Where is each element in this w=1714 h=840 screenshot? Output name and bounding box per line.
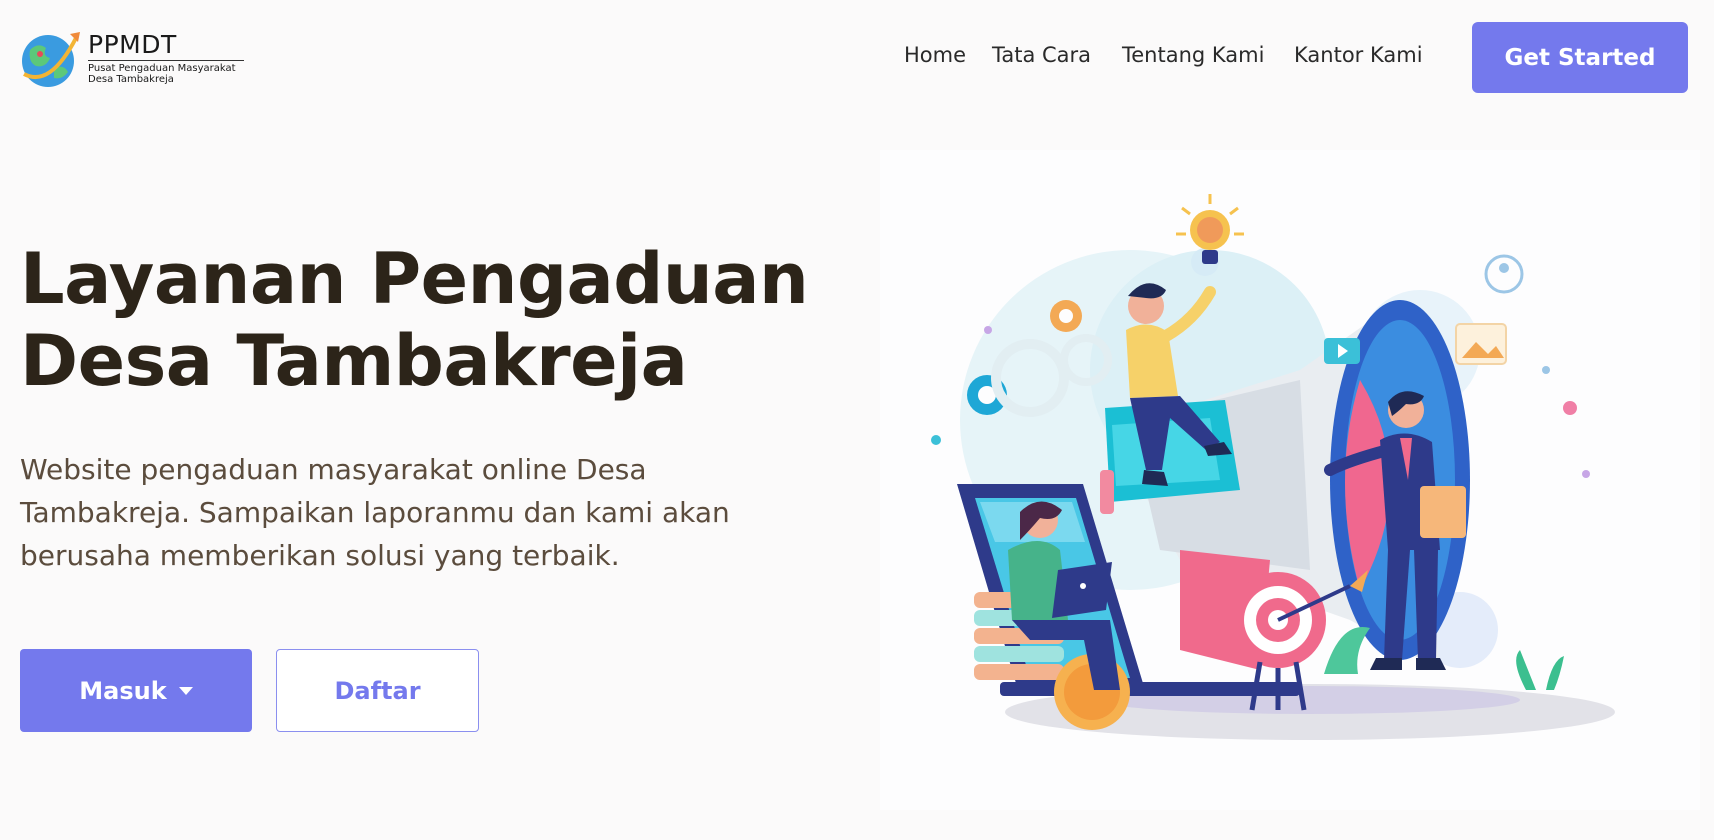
nav-tata-cara[interactable]: Tata Cara [992,43,1091,67]
hero-title-line1: Layanan Pengaduan [20,238,809,320]
hero-description: Website pengaduan masyarakat online Desa… [20,453,730,572]
logo-subtitle-line2: Desa Tambakreja [88,74,174,85]
nav-home[interactable]: Home [904,43,966,67]
caret-down-icon [178,686,193,695]
illustration-graphic [931,194,1615,740]
login-label: Masuk [79,676,167,705]
nav-kantor-kami[interactable]: Kantor Kami [1294,43,1423,67]
hero-title-line2: Desa Tambakreja [20,320,688,402]
site-header: PPMDT Pusat Pengaduan Masyarakat Desa Ta… [0,0,1714,116]
logo-subtitle-line1: Pusat Pengaduan Masyarakat [88,63,236,74]
brand-logo[interactable]: PPMDT Pusat Pengaduan Masyarakat Desa Ta… [20,28,244,90]
megaphone-complaint-illustration [880,150,1700,810]
logo-title: PPMDT [88,32,244,61]
nav-tentang-kami[interactable]: Tentang Kami [1122,43,1264,67]
globe-rocket-icon [22,32,80,87]
get-started-button[interactable]: Get Started [1472,22,1688,93]
register-button[interactable]: Daftar [276,649,479,732]
hero-title: Layanan Pengaduan Desa Tambakreja [20,238,840,402]
login-dropdown-button[interactable]: Masuk [20,649,252,732]
